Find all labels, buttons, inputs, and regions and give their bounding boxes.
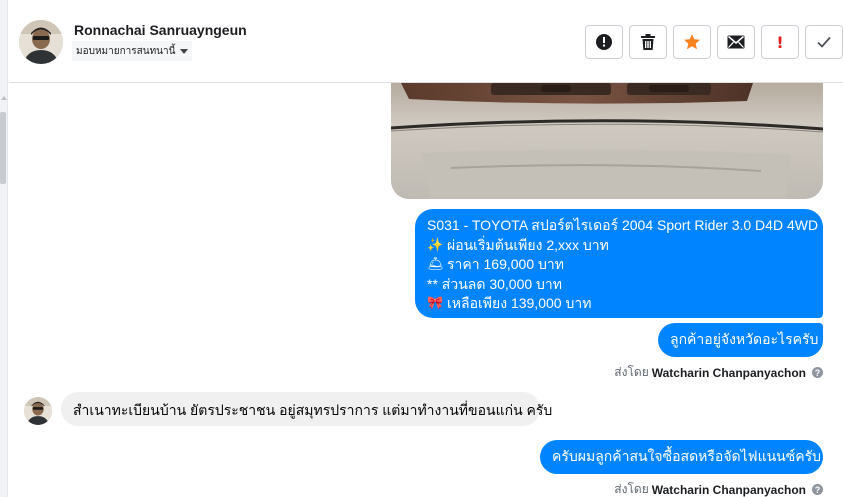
ribbon-icon: 🎀 [427, 296, 444, 312]
scrollbar-thumb[interactable] [0, 112, 6, 184]
assign-conversation-dropdown[interactable]: มอบหมายการสนทนานี้ [72, 41, 193, 61]
scroll-up-arrow-icon[interactable] [1, 96, 7, 100]
bell-icon: 🛎 [427, 257, 444, 273]
sent-by-prefix: ส่งโดย [614, 365, 649, 379]
reply-message-bubble[interactable]: ครับผมลูกค้าสนใจซื้อสดหรือจัดไฟแนนซ์ครับ [540, 440, 823, 474]
listing-line-title: S031 - TOYOTA สปอร์ตไรเดอร์ 2004 Sport R… [427, 216, 818, 236]
sent-by-label: ส่งโดย Watcharin Chanpanyachon ? [614, 480, 823, 497]
conversation-header: Ronnachai Sanruayngeun มอบหมายการสนทนานี… [9, 0, 843, 83]
trash-icon [641, 34, 655, 50]
sent-by-name[interactable]: Watcharin Chanpanyachon [652, 483, 806, 497]
left-panel-edge [0, 0, 8, 497]
listing-line-final-price: 🎀 เหลือเพียง 139,000 บาท [427, 294, 811, 314]
message-text: สำเนาทะเบียนบ้าน ยัตรประชาชน อยู่สมุทรปร… [73, 402, 553, 418]
mark-unread-button[interactable] [717, 25, 755, 59]
contact-name[interactable]: Ronnachai Sanruayngeun [74, 22, 247, 38]
sent-by-prefix: ส่งโดย [614, 482, 649, 496]
question-message-bubble[interactable]: ลูกค้าอยู่จังหวัดอะไรครับ [658, 323, 823, 357]
sparkles-icon: ✨ [427, 237, 444, 253]
sent-by-name[interactable]: Watcharin Chanpanyachon [652, 366, 806, 380]
contact-avatar-small[interactable] [24, 397, 52, 425]
message-text: ลูกค้าอยู่จังหวัดอะไรครับ [670, 331, 819, 347]
star-icon [684, 34, 700, 50]
user-avatar-photo-icon [24, 397, 52, 425]
conversation-actions: ! [585, 25, 843, 59]
alert-circle-icon [596, 34, 612, 50]
car-interior-photo[interactable] [391, 83, 823, 199]
assign-conversation-label: มอบหมายการสนทนานี้ [76, 45, 176, 57]
contact-avatar[interactable] [19, 20, 63, 64]
help-icon[interactable]: ? [812, 367, 823, 378]
incoming-message-bubble[interactable]: สำเนาทะเบียนบ้าน ยัตรประชาชน อยู่สมุทรปร… [61, 392, 552, 426]
follow-up-button[interactable]: ! [761, 25, 799, 59]
listing-line-text: เหลือเพียง 139,000 บาท [447, 295, 592, 312]
listing-line-installment: ✨ ผ่อนเริ่มต้นเพียง 2,xxx บาท [427, 236, 811, 256]
listing-line-text: ** ส่วนลด 30,000 บาท [427, 275, 563, 292]
user-avatar-photo-icon [19, 20, 63, 64]
listing-line-text: S031 - TOYOTA สปอร์ตไรเดอร์ 2004 Sport R… [427, 217, 819, 233]
message-text: ครับผมลูกค้าสนใจซื้อสดหรือจัดไฟแนนซ์ครับ [552, 448, 822, 464]
listing-line-price: 🛎 ราคา 169,000 บาท [427, 255, 811, 275]
star-button[interactable] [673, 25, 711, 59]
listing-line-text: ผ่อนเริ่มต้นเพียง 2,xxx บาท [447, 236, 609, 253]
envelope-icon [727, 35, 745, 49]
checkmark-icon [817, 36, 831, 48]
sent-by-label: ส่งโดย Watcharin Chanpanyachon ? [614, 363, 823, 382]
exclamation-icon: ! [776, 32, 784, 52]
listing-line-discount: ** ส่วนลด 30,000 บาท [427, 275, 811, 295]
spam-button[interactable] [585, 25, 623, 59]
listing-message-bubble[interactable]: S031 - TOYOTA สปอร์ตไรเดอร์ 2004 Sport R… [415, 209, 823, 318]
listing-line-text: ราคา 169,000 บาท [447, 256, 564, 273]
help-icon[interactable]: ? [812, 484, 823, 495]
caret-down-icon [180, 48, 189, 54]
car-interior-image [391, 83, 823, 199]
done-button[interactable] [805, 25, 843, 59]
delete-button[interactable] [629, 25, 667, 59]
